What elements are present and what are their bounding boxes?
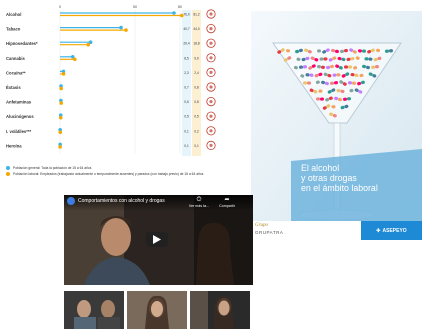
legend-general-swatch	[6, 166, 10, 171]
legend-laboral-text: Población laboral: Empleados (trabajando…	[13, 172, 204, 176]
brochure-title-line-1: El alcohol	[301, 163, 340, 173]
asepeyo-cross-icon: ✚	[376, 227, 381, 234]
substance-icon-glyph	[209, 12, 213, 16]
substance-icon-glyph	[209, 143, 213, 147]
general-point	[119, 25, 123, 30]
channel-avatar-icon[interactable]	[67, 197, 75, 205]
substance-icon-glyph	[209, 70, 213, 74]
asepeyo-logo-text: ASEPEYO	[382, 227, 407, 234]
laboral-point	[59, 101, 63, 105]
category-label: Hipnosedantes*	[6, 41, 38, 46]
laboral-point	[58, 130, 63, 135]
category-label: Alucinógenos	[6, 114, 34, 119]
substance-icon-glyph	[209, 27, 213, 31]
category-label: Tabaco	[6, 27, 21, 32]
general-value-label: 0,5	[184, 115, 189, 119]
general-value-label: 0,7	[184, 86, 189, 90]
category-label: Anfetaminas	[6, 100, 32, 105]
laboral-value-label: 0,8	[194, 100, 199, 104]
general-value-label: 76,0	[183, 13, 189, 17]
category-label: Heroína	[6, 143, 22, 148]
laboral-value-label: 44,0	[193, 27, 199, 31]
play-button[interactable]	[146, 232, 168, 247]
substance-icon-glyph	[209, 41, 213, 45]
substance-icon-glyph	[209, 114, 213, 118]
chart-canvas: 0 50 80 Alcohol 76,0 81,2 Tabaco 40,7 44,0 Hipno…	[6, 5, 216, 156]
general-value-label: 0,6	[184, 100, 189, 104]
laboral-point	[61, 72, 66, 76]
category-label: Éxtasis	[6, 85, 21, 90]
laboral-point	[124, 28, 128, 32]
laboral-point	[58, 115, 63, 120]
play-icon	[153, 235, 161, 244]
laboral-value-label: 9,9	[194, 56, 199, 60]
thumbnail-3-image	[190, 291, 250, 329]
brochure-title-line-3: en el ámbito laboral	[301, 183, 378, 193]
general-value-label: 0,1	[184, 144, 189, 148]
video-thumbnail-3[interactable]	[190, 291, 250, 329]
laboral-point	[58, 145, 62, 149]
general-point	[172, 11, 176, 15]
substance-icon-glyph	[209, 129, 213, 133]
substance-icon-glyph	[209, 56, 213, 60]
general-value-label: 20,4	[183, 42, 189, 46]
laboral-value-label: 0,5	[194, 115, 199, 119]
general-value-label: 8,5	[184, 56, 189, 60]
watch-later-button[interactable]: 🕓︎ Ver más ta...	[188, 197, 210, 208]
video-thumbnail-2[interactable]	[127, 291, 187, 329]
laboral-value-column	[192, 10, 201, 156]
laboral-point	[59, 86, 63, 91]
legend-general: Población general: Toda la población de …	[6, 166, 226, 171]
laboral-value-label: 81,2	[193, 13, 199, 17]
general-value-label: 40,7	[183, 27, 189, 31]
general-value-label: 0,1	[184, 129, 189, 133]
brochure-cover[interactable]: El alcohol y otras drogas en el ámbito l…	[251, 11, 422, 240]
clock-icon: 🕓︎	[196, 197, 202, 203]
drug-use-chart: 0 50 80 Alcohol 76,0 81,2 Tabaco 40,7 44,0 Hipno…	[0, 0, 236, 190]
legend-general-text: Población general: Toda la población de …	[13, 166, 92, 170]
laboral-value-label: 2,4	[194, 71, 199, 75]
laboral-value-label: 18,8	[193, 42, 199, 46]
asepeyo-logo: ✚ ASEPEYO	[361, 221, 422, 240]
legend-laboral-swatch	[6, 172, 10, 177]
x-tick-label: 80	[178, 5, 182, 9]
general-value-column	[182, 10, 191, 156]
category-label: Alcohol	[6, 12, 21, 17]
x-tick-label: 50	[133, 5, 137, 9]
legend-laboral: Población laboral: Empleados (trabajando…	[6, 172, 226, 177]
grupatra-logo: GRUPATRA	[255, 230, 284, 235]
laboral-value-label: 0,2	[194, 129, 199, 133]
video-title[interactable]: Comportamientos con alcohol y drogas	[78, 198, 165, 204]
brochure-footer: Grupo GRUPATRA ✚ ASEPEYO	[251, 221, 422, 240]
share-label: Compartir	[219, 204, 235, 208]
category-label: Cocaína**	[6, 70, 26, 75]
general-value-label: 2,3	[184, 71, 189, 75]
thumbnail-2-image	[127, 291, 187, 329]
category-label: I. volátiles***	[6, 129, 32, 134]
laboral-value-label: 0,1	[194, 144, 199, 148]
brochure-title: El alcohol y otras drogas en el ámbito l…	[301, 163, 419, 193]
category-label: Cannabis	[6, 56, 26, 61]
video-player[interactable]: Comportamientos con alcohol y drogas 🕓︎ …	[64, 195, 253, 285]
laboral-point	[73, 57, 77, 62]
laboral-point	[86, 42, 90, 47]
watch-later-label: Ver más ta...	[188, 204, 210, 208]
video-thumbnail-1[interactable]	[64, 291, 124, 329]
substance-icon-glyph	[209, 100, 213, 104]
share-button[interactable]: ➦ Compartir	[216, 197, 238, 208]
x-tick-label: 0	[59, 5, 61, 9]
substance-icon-glyph	[209, 85, 213, 89]
thumbnail-1-image	[64, 291, 124, 329]
grupatra-logo-script: Grupo	[255, 223, 269, 228]
brochure-title-line-2: y otras drogas	[301, 173, 357, 183]
laboral-value-label: 0,8	[194, 86, 199, 90]
share-arrow-icon: ➦	[224, 197, 230, 203]
